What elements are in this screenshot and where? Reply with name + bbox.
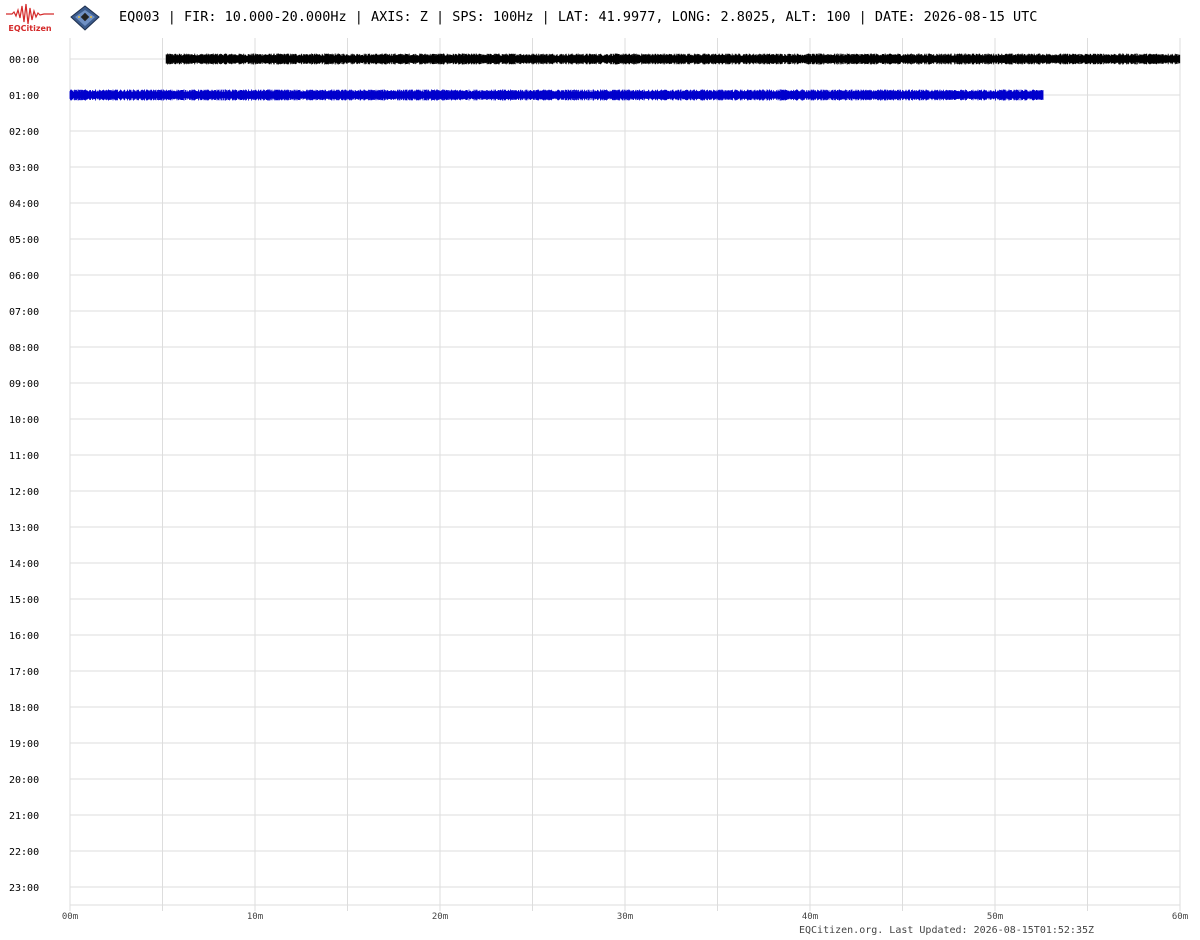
trace-0100: [69, 89, 1044, 101]
y-tick-label: 07:00: [9, 307, 39, 318]
y-tick-label: 09:00: [9, 379, 39, 390]
y-tick-label: 00:00: [9, 55, 39, 66]
y-tick-label: 08:00: [9, 343, 39, 354]
footer-status: EQCitizen.org. Last Updated: 2026-08-15T…: [799, 925, 1095, 936]
y-tick-label: 02:00: [9, 127, 39, 138]
y-tick-label: 20:00: [9, 775, 39, 786]
y-tick-label: 19:00: [9, 739, 39, 750]
x-axis-labels: 00m 10m 20m 30m 40m 50m 60m: [62, 912, 1188, 922]
y-tick-label: 16:00: [9, 631, 39, 642]
y-tick-label: 01:00: [9, 91, 39, 102]
grid: [69, 38, 1181, 911]
x-tick-label: 10m: [247, 912, 263, 922]
y-tick-label: 17:00: [9, 667, 39, 678]
x-tick-label: 40m: [802, 912, 818, 922]
y-tick-label: 15:00: [9, 595, 39, 606]
y-tick-label: 12:00: [9, 487, 39, 498]
y-tick-label: 10:00: [9, 415, 39, 426]
x-tick-label: 20m: [432, 912, 448, 922]
y-tick-label: 11:00: [9, 451, 39, 462]
y-tick-label: 04:00: [9, 199, 39, 210]
y-tick-label: 21:00: [9, 811, 39, 822]
x-tick-label: 60m: [1172, 912, 1188, 922]
y-tick-label: 14:00: [9, 559, 39, 570]
trace-0000: [165, 53, 1181, 65]
y-tick-label: 22:00: [9, 847, 39, 858]
y-axis-labels: 00:00 01:00 02:00 03:00 04:00 05:00 06:00 07:00…: [9, 55, 39, 894]
y-tick-label: 06:00: [9, 271, 39, 282]
y-tick-label: 18:00: [9, 703, 39, 714]
helicorder-chart: 00:00 01:00 02:00 03:00 04:00 05:00 06:00 07:00…: [9, 38, 1188, 922]
y-tick-label: 05:00: [9, 235, 39, 246]
x-tick-label: 30m: [617, 912, 633, 922]
y-tick-label: 23:00: [9, 883, 39, 894]
x-tick-label: 50m: [987, 912, 1003, 922]
x-tick-label: 00m: [62, 912, 78, 922]
y-tick-label: 03:00: [9, 163, 39, 174]
y-tick-label: 13:00: [9, 523, 39, 534]
